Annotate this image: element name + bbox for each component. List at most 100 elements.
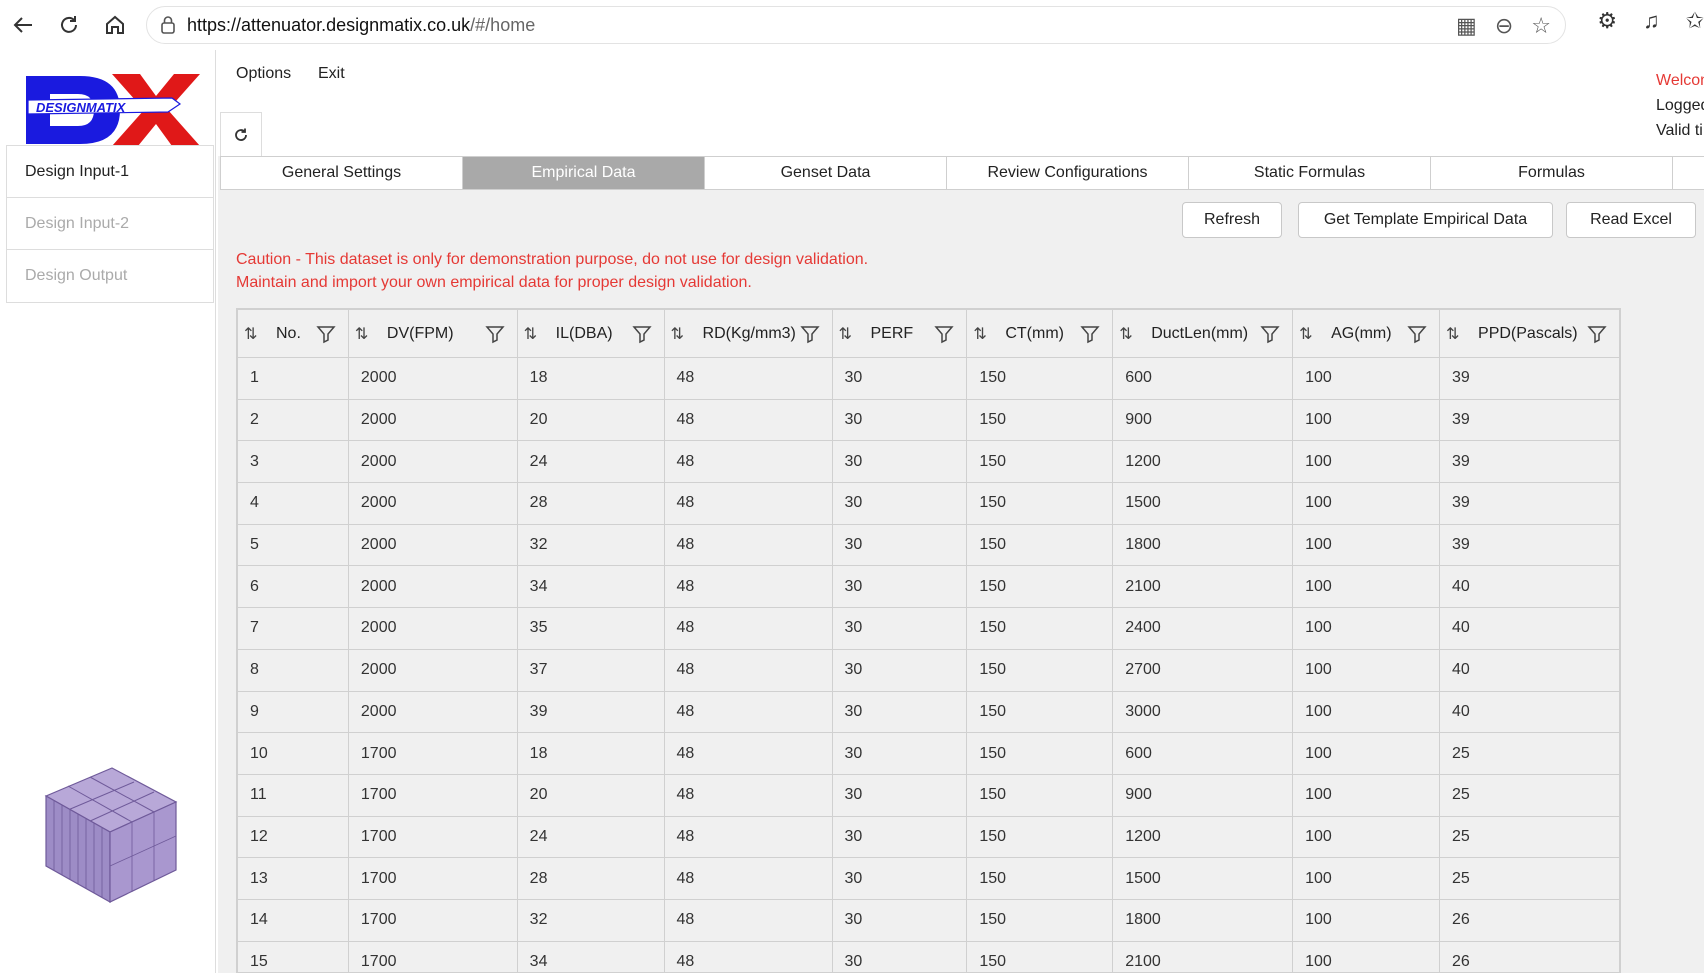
home-icon[interactable] xyxy=(92,0,138,50)
sort-icon[interactable]: ⇅ xyxy=(355,324,375,344)
column-header[interactable]: ⇅ DuctLen(mm) xyxy=(1112,309,1294,358)
column-header[interactable]: ⇅ AG(mm) xyxy=(1292,309,1441,358)
reload-icon[interactable] xyxy=(46,0,92,50)
table-row[interactable]: 14 1700 32 48 30 150 1800 100 26 xyxy=(237,898,1620,942)
sidebar-item-design-input-2[interactable]: Design Input-2 xyxy=(6,197,214,251)
table-row[interactable]: 7 2000 35 48 30 150 2400 100 40 xyxy=(237,607,1620,650)
column-header[interactable]: ⇅ CT(mm) xyxy=(966,309,1114,358)
table-cell: 35 xyxy=(516,607,665,650)
filter-icon[interactable] xyxy=(631,324,652,344)
back-icon[interactable] xyxy=(0,0,46,50)
url-host: https://attenuator.designmatix.co.uk xyxy=(187,14,471,35)
sidebar-item-design-output[interactable]: Design Output xyxy=(6,249,214,303)
app-grid-icon[interactable]: ▦ xyxy=(1456,13,1477,39)
tab-empirical-data[interactable]: Empirical Data xyxy=(462,156,705,190)
tab-review-configurations[interactable]: Review Configurations xyxy=(946,156,1189,190)
sort-icon[interactable]: ⇅ xyxy=(973,324,993,344)
table-cell: 150 xyxy=(966,773,1114,817)
column-label: CT(mm) xyxy=(1005,324,1064,342)
filter-icon[interactable] xyxy=(1407,324,1427,344)
table-row[interactable]: 1 2000 18 48 30 150 600 100 39 xyxy=(237,357,1620,400)
sidebar-item-label: Design Output xyxy=(25,267,128,284)
refresh-icon[interactable] xyxy=(220,112,262,156)
table-cell: 20 xyxy=(516,773,665,817)
sort-icon[interactable]: ⇅ xyxy=(1446,324,1466,344)
filter-icon[interactable] xyxy=(316,324,336,344)
table-cell: 150 xyxy=(966,607,1114,650)
sort-icon[interactable]: ⇅ xyxy=(1299,324,1319,344)
lock-icon xyxy=(161,16,175,34)
tab-overflow[interactable] xyxy=(1672,156,1704,190)
table-row[interactable]: 2 2000 20 48 30 150 900 100 39 xyxy=(237,398,1620,442)
table-row[interactable]: 6 2000 34 48 30 150 2100 100 40 xyxy=(237,565,1620,609)
tab-static-formulas[interactable]: Static Formulas xyxy=(1188,156,1431,190)
column-header[interactable]: ⇅ DV(FPM) xyxy=(347,309,518,358)
sort-icon[interactable]: ⇅ xyxy=(839,324,859,344)
sidebar-item-design-input-1[interactable]: Design Input-1 xyxy=(6,145,214,199)
table-row[interactable]: 8 2000 37 48 30 150 2700 100 40 xyxy=(237,648,1620,692)
filter-icon[interactable] xyxy=(799,324,820,344)
filter-icon[interactable] xyxy=(934,324,954,344)
sort-icon[interactable]: ⇅ xyxy=(244,324,264,344)
extensions-icon[interactable]: ⚙ xyxy=(1597,8,1617,34)
caution-line-1: Caution - This dataset is only for demon… xyxy=(236,251,869,268)
table-row[interactable]: 12 1700 24 48 30 150 1200 100 25 xyxy=(237,815,1620,859)
column-label: DV(FPM) xyxy=(386,324,454,342)
filter-icon[interactable] xyxy=(1260,324,1280,344)
address-bar[interactable]: https://attenuator.designmatix.co.uk/#/h… xyxy=(146,6,1566,44)
refresh-button[interactable]: Refresh xyxy=(1182,202,1282,238)
table-cell: 24 xyxy=(516,815,665,859)
read-excel-button[interactable]: Read Excel xyxy=(1566,202,1696,238)
table-row[interactable]: 11 1700 20 48 30 150 900 100 25 xyxy=(237,773,1620,817)
column-header[interactable]: ⇅ RD(Kg/mm3) xyxy=(663,309,833,358)
filter-icon[interactable] xyxy=(485,324,505,344)
table-cell: 8 xyxy=(237,648,349,692)
table-cell: 1800 xyxy=(1112,898,1294,942)
table-cell: 150 xyxy=(966,940,1114,972)
tab-formulas[interactable]: Formulas xyxy=(1430,156,1673,190)
table-cell: 150 xyxy=(966,440,1114,484)
table-cell: 20 xyxy=(516,398,665,442)
table-cell: 3000 xyxy=(1112,690,1294,734)
table-cell: 30 xyxy=(831,773,968,817)
table-row[interactable]: 10 1700 18 48 30 150 600 100 25 xyxy=(237,732,1620,775)
caution-message: Caution - This dataset is only for demon… xyxy=(236,248,868,294)
table-row[interactable]: 3 2000 24 48 30 150 1200 100 39 xyxy=(237,440,1620,484)
tab-general-settings[interactable]: General Settings xyxy=(220,156,463,190)
caution-line-2: Maintain and import your own empirical d… xyxy=(236,274,752,291)
table-row[interactable]: 9 2000 39 48 30 150 3000 100 40 xyxy=(237,690,1620,734)
sort-icon[interactable]: ⇅ xyxy=(671,324,691,344)
table-cell: 2000 xyxy=(347,607,518,650)
column-header[interactable]: ⇅ PERF xyxy=(831,309,968,358)
favorites-icon[interactable]: ✩ xyxy=(1686,8,1704,34)
tab-genset-data[interactable]: Genset Data xyxy=(704,156,947,190)
column-header[interactable]: ⇅ PPD(Pascals) xyxy=(1439,309,1620,358)
filter-icon[interactable] xyxy=(1587,324,1607,344)
table-cell: 30 xyxy=(831,607,968,650)
table-row[interactable]: 4 2000 28 48 30 150 1500 100 39 xyxy=(237,482,1620,525)
filter-icon[interactable] xyxy=(1080,324,1100,344)
table-cell: 28 xyxy=(516,857,665,900)
table-cell: 1200 xyxy=(1112,815,1294,859)
media-icon[interactable]: ♫ xyxy=(1643,8,1660,34)
table-cell: 150 xyxy=(966,523,1114,567)
favorite-star-icon[interactable]: ☆ xyxy=(1531,13,1551,39)
menu-exit[interactable]: Exit xyxy=(318,65,345,83)
table-cell: 24 xyxy=(516,440,665,484)
column-header[interactable]: ⇅ No. xyxy=(237,309,349,358)
table-row[interactable]: 13 1700 28 48 30 150 1500 100 25 xyxy=(237,857,1620,900)
table-cell: 48 xyxy=(663,440,833,484)
table-cell: 48 xyxy=(663,523,833,567)
table-cell: 2000 xyxy=(347,440,518,484)
table-cell: 5 xyxy=(237,523,349,567)
column-header[interactable]: ⇅ IL(DBA) xyxy=(516,309,665,358)
sort-icon[interactable]: ⇅ xyxy=(524,324,544,344)
zoom-icon[interactable]: ⊖ xyxy=(1495,13,1513,39)
table-row[interactable]: 15 1700 34 48 30 150 2100 100 26 xyxy=(237,940,1620,972)
table-cell: 100 xyxy=(1292,773,1441,817)
table-cell: 25 xyxy=(1439,815,1620,859)
menu-options[interactable]: Options xyxy=(236,65,291,83)
get-template-button[interactable]: Get Template Empirical Data xyxy=(1298,202,1553,238)
sort-icon[interactable]: ⇅ xyxy=(1119,324,1139,344)
table-row[interactable]: 5 2000 32 48 30 150 1800 100 39 xyxy=(237,523,1620,567)
